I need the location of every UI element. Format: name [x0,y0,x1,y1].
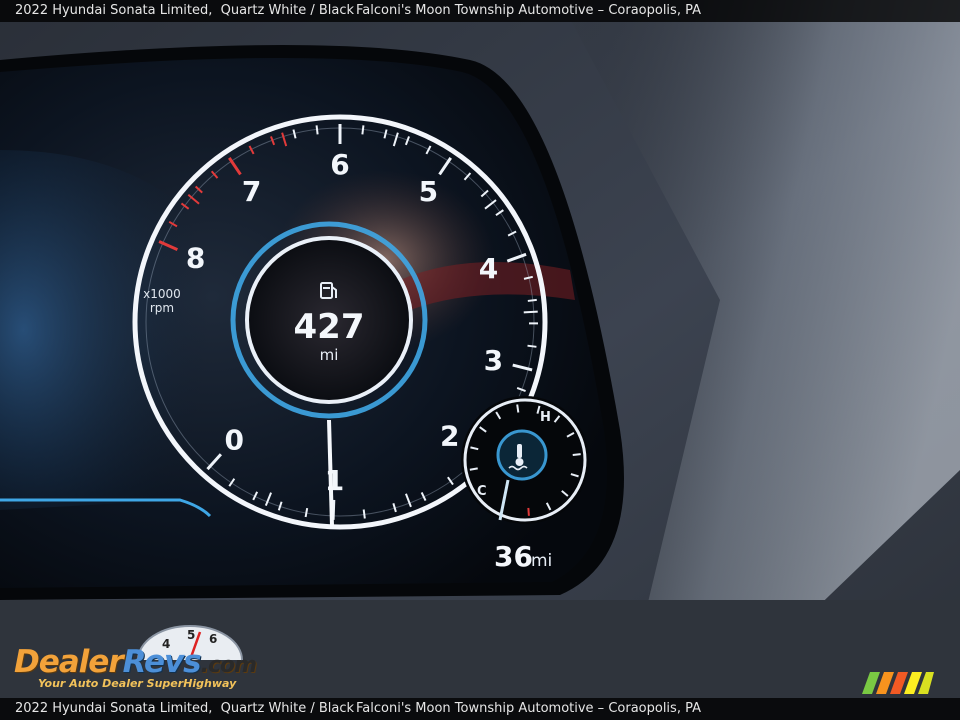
caption-dealer: Falconi's Moon Township Automotive – Cor… [356,3,701,18]
tach-number-4: 4 [479,252,498,285]
tach-number-0: 0 [225,423,244,456]
tach-number-8: 8 [186,242,205,275]
temp-tick [516,404,520,413]
caption-vehicle: 2022 Hyundai Sonata Limited, Quartz Whit… [15,0,354,22]
logo-tagline: Your Auto Dealer SuperHighway [38,677,237,690]
tach-number-6: 6 [330,148,349,181]
caption-bar-top: 2022 Hyundai Sonata Limited, Quartz Whit… [0,0,960,22]
tach-number-7: 7 [242,175,261,208]
tach-tick [362,509,366,519]
logo-wordmark: DealerRevs.com [14,644,257,680]
coolant-temp-gauge: H C [461,396,589,524]
tach-tick [527,298,537,302]
dial-digit-5: 5 [187,628,195,642]
temp-cold-label: C [477,484,487,499]
caption-colors-bottom: Quartz White / Black [220,701,355,716]
temp-tick [572,453,581,456]
instrument-cluster-photo: 0 1 2 3 4 5 6 7 8 x1000 rpm 427 mi H C 36 mi [0,0,960,720]
caption-bar-bottom: 2022 Hyundai Sonata Limited, Quartz Whit… [0,698,960,720]
dealerrevs-logo: 4 5 6 DealerRevs.com Your Auto Dealer Su… [10,622,270,694]
trip-unit: mi [531,551,552,571]
caption-colors: Quartz White / Black [220,3,355,18]
tach-tick [361,125,365,135]
caption-vehicle-bottom: 2022 Hyundai Sonata Limited, Quartz Whit… [15,698,354,720]
dealer-stripes-logo [862,672,934,694]
caption-dealer-bottom: Falconi's Moon Township Automotive – Cor… [356,701,701,716]
tach-tick [315,125,319,135]
tach-unit-line2: rpm [150,301,174,315]
temp-tick [527,507,530,516]
temp-hot-label: H [540,410,551,425]
tach-tick [527,344,537,348]
tach-number-3: 3 [484,344,503,377]
logo-dealer: Dealer [14,644,124,680]
logo-revs: Revs [122,644,202,680]
tach-number-2: 2 [440,420,459,453]
tach-tick [523,310,538,314]
tach-number-5: 5 [419,175,438,208]
range-value: 427 [294,307,365,347]
caption-vehicle-name: 2022 Hyundai Sonata Limited, [15,3,213,18]
range-unit: mi [320,346,339,364]
temp-tick [469,467,478,471]
tach-unit-line1: x1000 [143,287,181,301]
photo-stage: 0 1 2 3 4 5 6 7 8 x1000 rpm 427 mi H C 36 mi 202… [0,0,960,720]
trip-value: 36 [494,540,533,573]
caption-vehicle-name-bottom: 2022 Hyundai Sonata Limited, [15,701,213,716]
logo-com: .com [200,653,257,678]
tach-number-1: 1 [325,464,344,497]
